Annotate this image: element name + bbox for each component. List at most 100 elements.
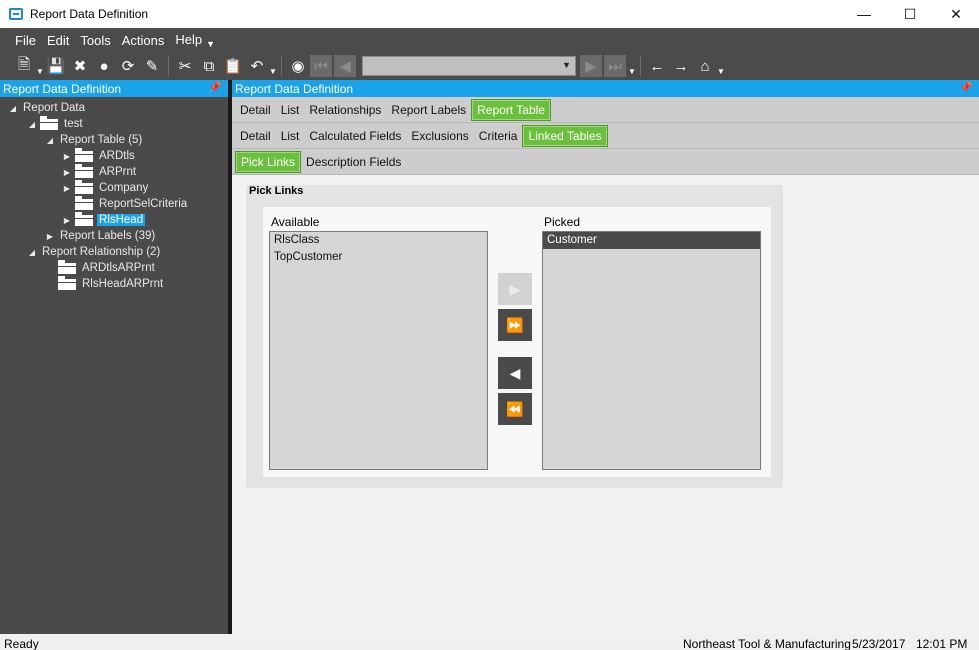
record-selector[interactable]: ▼ [362,56,576,76]
menu-file[interactable]: File [15,33,36,48]
status-company: Northeast Tool & Manufacturing [683,637,851,650]
menu-tools[interactable]: Tools [80,33,110,48]
tree-node[interactable]: ▶ ARDtls [62,147,137,164]
tree-node-label: Report Relationship (2) [42,246,161,258]
double-arrow-right-icon: ⏩ [506,316,524,333]
forward-icon[interactable]: → [669,55,693,77]
expand-arrow-icon[interactable]: ▶ [62,168,72,177]
add-all-button[interactable]: ⏩ [498,309,532,341]
back-icon[interactable]: ← [645,55,669,77]
window-controls: — ☐ ✕ [841,0,979,28]
tree-node[interactable]: RlsHeadARPrnt [45,275,165,292]
next-record-icon[interactable]: ▶ [580,55,602,77]
undo-dropdown-icon[interactable]: ▼ [269,67,277,76]
tree-node[interactable]: ▶ ARPrnt [62,163,138,180]
tree-node-label: Report Table (5) [60,134,143,146]
home-dropdown-icon[interactable]: ▼ [717,67,725,76]
table-folder-icon [40,115,58,130]
last-record-icon[interactable]: ⏭ [604,55,626,77]
collapse-arrow-icon[interactable]: ◢ [27,248,37,257]
maximize-icon[interactable]: ☐ [887,0,933,28]
paste-icon[interactable]: 📋 [221,55,245,77]
tab-exclusions[interactable]: Exclusions [406,125,473,147]
minimize-icon[interactable]: — [841,0,887,28]
expand-arrow-icon[interactable]: ▶ [62,184,72,193]
available-list[interactable]: RlsClass TopCustomer [269,231,488,470]
search-binoculars-icon[interactable]: ◉ [286,55,310,77]
pin-icon[interactable]: 📌 [959,81,973,94]
pin-icon[interactable]: 📌 [208,81,222,94]
tab-linked-tables[interactable]: Linked Tables [522,125,608,147]
tree-panel-title: Report Data Definition [3,81,122,96]
status-text: Ready [4,637,39,650]
tree-node-label: RlsHead [97,214,146,226]
tab-relationships[interactable]: Relationships [304,99,386,121]
tree-node[interactable]: ▶ Company [62,179,150,196]
remove-all-button[interactable]: ⏪ [498,393,532,425]
double-arrow-left-icon: ⏪ [506,400,524,417]
tree-node-label: ARDtlsARPrnt [82,262,155,274]
pick-links-title: Pick Links [249,185,304,197]
tab-criteria[interactable]: Criteria [474,125,523,147]
picked-list[interactable]: Customer [542,231,761,470]
tab-list[interactable]: List [276,125,305,147]
new-icon[interactable]: 🗎 [12,55,36,77]
list-item[interactable]: Customer [543,232,760,249]
menu-edit[interactable]: Edit [47,33,69,48]
expand-arrow-icon[interactable]: ▶ [62,152,72,161]
clear-icon[interactable]: ✎ [140,55,164,77]
tree-node[interactable]: ◢ Report Data [8,100,87,116]
menu-help[interactable]: Help ▼ [175,32,215,49]
table-folder-icon [75,147,93,162]
tab-detail[interactable]: Detail [235,125,276,147]
tab-detail[interactable]: Detail [235,99,276,121]
table-folder-icon [75,163,93,178]
close-window-icon[interactable]: ✕ [933,0,979,28]
home-icon[interactable]: ⌂ [693,55,717,77]
tab-description-fields[interactable]: Description Fields [301,151,406,173]
app-icon [9,8,23,20]
first-record-icon[interactable]: ⏮ [310,55,332,77]
chat-icon[interactable]: ● [92,55,116,77]
new-dropdown-icon[interactable]: ▼ [36,67,44,76]
status-date: 5/23/2017 [852,637,906,650]
toolbar-divider [640,56,641,76]
add-selected-button[interactable]: ▶ [498,273,532,305]
tree-node[interactable]: ◢ Report Table (5) [45,132,144,148]
tree-panel-header: Report Data Definition 📌 [0,80,228,97]
arrow-left-icon: ◀ [509,364,521,381]
tree-node-label: Report Labels (39) [60,230,156,242]
list-item[interactable]: RlsClass [270,232,487,249]
tree-node-label: test [64,118,83,130]
tree-node-label: Report Data [23,102,86,114]
menu-actions[interactable]: Actions [122,33,165,48]
remove-selected-button[interactable]: ◀ [498,357,532,389]
cut-icon[interactable]: ✂ [173,55,197,77]
expand-arrow-icon[interactable]: ▶ [45,232,55,241]
delete-icon[interactable]: ✖ [68,55,92,77]
tree-node[interactable]: ◢ test [27,115,85,132]
tree-node[interactable]: ▶ RlsHead [62,211,146,228]
tab-report-table[interactable]: Report Table [471,99,551,121]
chevron-down-icon: ▼ [562,60,571,70]
tree-node[interactable]: ◢ Report Relationship (2) [27,244,162,260]
tab-report-labels[interactable]: Report Labels [386,99,471,121]
collapse-arrow-icon[interactable]: ◢ [27,120,37,129]
refresh-icon[interactable]: ⟳ [116,55,140,77]
tab-calculated-fields[interactable]: Calculated Fields [304,125,406,147]
save-icon[interactable]: 💾 [44,55,68,77]
tab-pick-links[interactable]: Pick Links [235,151,302,173]
tree-node[interactable]: ReportSelCriteria [62,195,189,212]
collapse-arrow-icon[interactable]: ◢ [45,136,55,145]
tab-list[interactable]: List [276,99,305,121]
status-time: 12:01 PM [916,637,968,650]
list-item[interactable]: TopCustomer [270,249,487,266]
expand-arrow-icon[interactable]: ▶ [62,216,72,225]
copy-icon[interactable]: ⧉ [197,55,221,77]
navigation-dropdown-icon[interactable]: ▼ [628,67,636,76]
collapse-arrow-icon[interactable]: ◢ [8,104,18,113]
undo-icon[interactable]: ↶ [245,55,269,77]
previous-record-icon[interactable]: ◀ [334,55,356,77]
tree-node[interactable]: ▶ Report Labels (39) [45,228,157,244]
tree-node[interactable]: ARDtlsARPrnt [45,259,157,276]
